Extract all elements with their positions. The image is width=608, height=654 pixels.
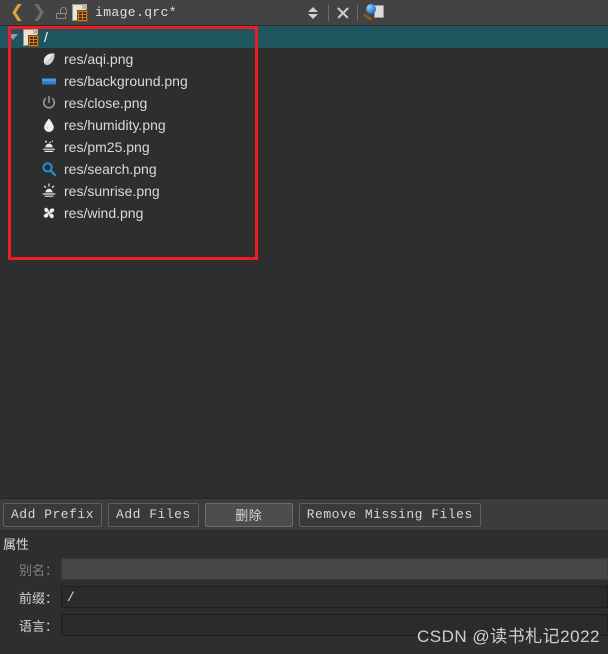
add-files-button[interactable]: Add Files — [108, 502, 199, 527]
add-prefix-button[interactable]: Add Prefix — [3, 502, 103, 527]
tab-bar-right-controls — [302, 0, 384, 26]
tree-root-row[interactable]: / — [0, 26, 608, 48]
chevron-right-icon: ❯ — [31, 2, 47, 22]
tab-filename-label: image.qrc* — [95, 5, 178, 20]
property-row-language: 语言： — [0, 611, 608, 639]
chevron-down-icon[interactable] — [8, 34, 18, 40]
qrc-prefix-icon — [23, 28, 39, 47]
language-input[interactable] — [61, 614, 608, 636]
tree-item-label: res/sunrise.png — [64, 183, 160, 199]
properties-panel: 属性 别名： 前缀： / 语言： — [0, 530, 608, 654]
property-row-prefix: 前缀： / — [0, 583, 608, 611]
qrc-file-icon — [72, 4, 88, 22]
resource-action-toolbar: Add Prefix Add Files 删除 Remove Missing F… — [0, 498, 608, 530]
properties-title: 属性 — [3, 537, 30, 552]
tree-item-background[interactable]: res/background.png — [0, 70, 608, 92]
resource-tree[interactable]: / res/aqi.png res/background.png res/clo… — [0, 26, 608, 498]
tree-item-label: res/close.png — [64, 95, 148, 111]
unlocked-padlock-icon — [54, 6, 68, 20]
remove-button[interactable]: 删除 — [204, 502, 293, 527]
tree-item-search[interactable]: res/search.png — [0, 158, 608, 180]
tree-item-label: res/wind.png — [64, 205, 144, 221]
tree-item-sunrise[interactable]: res/sunrise.png — [0, 180, 608, 202]
tree-item-label: res/search.png — [64, 161, 157, 177]
water-drop-icon — [40, 116, 58, 134]
back-button[interactable]: ❮ — [6, 2, 28, 24]
tree-item-close[interactable]: res/close.png — [0, 92, 608, 114]
split-selector-icon[interactable] — [302, 2, 324, 24]
tree-item-label: res/pm25.png — [64, 139, 150, 155]
split-editor-icon[interactable] — [363, 4, 384, 22]
lock-toggle-button[interactable] — [50, 2, 72, 24]
alias-input[interactable] — [61, 558, 608, 580]
close-x-icon[interactable] — [333, 3, 353, 23]
remove-missing-files-button[interactable]: Remove Missing Files — [298, 502, 481, 527]
tree-item-wind[interactable]: res/wind.png — [0, 202, 608, 224]
toolbar-divider-2 — [357, 5, 358, 21]
tree-item-label: res/background.png — [64, 73, 188, 89]
power-icon — [40, 94, 58, 112]
tree-item-humidity[interactable]: res/humidity.png — [0, 114, 608, 136]
tree-item-label: res/aqi.png — [64, 51, 134, 67]
chevron-left-icon: ❮ — [9, 2, 25, 22]
prefix-input[interactable]: / — [61, 586, 608, 608]
tree-item-label: res/humidity.png — [64, 117, 166, 133]
prefix-label: 前缀： — [18, 590, 58, 606]
tree-root-label: / — [44, 29, 48, 45]
property-row-alias: 别名： — [0, 555, 608, 583]
tree-item-aqi[interactable]: res/aqi.png — [0, 48, 608, 70]
toolbar-divider — [328, 5, 329, 21]
search-icon — [40, 160, 58, 178]
image-rectangle-icon — [40, 72, 58, 90]
tree-item-pm25[interactable]: res/pm25.png — [0, 136, 608, 158]
haze-icon — [40, 138, 58, 156]
forward-button[interactable]: ❯ — [28, 2, 50, 24]
alias-label: 别名： — [18, 562, 58, 578]
wind-fan-icon — [40, 204, 58, 222]
sunrise-icon — [40, 182, 58, 200]
editor-tab-bar: ❮ ❯ image.qrc* — [0, 0, 608, 26]
language-label: 语言： — [18, 618, 58, 634]
leaf-icon — [40, 50, 58, 68]
